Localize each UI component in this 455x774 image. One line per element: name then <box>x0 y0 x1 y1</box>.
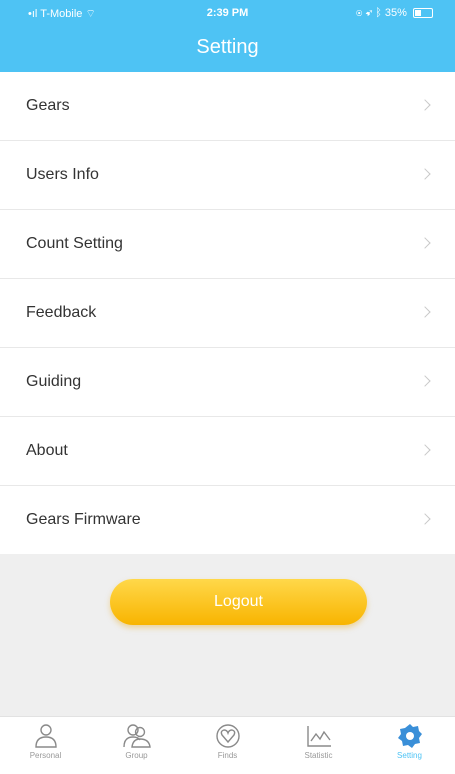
logout-section: Logout <box>0 547 455 719</box>
tab-finds[interactable]: Finds <box>182 717 273 774</box>
chevron-right-icon <box>419 444 431 456</box>
status-right: ◉ ➹ ᛒ 35% <box>356 7 433 19</box>
chevron-right-icon <box>419 237 431 249</box>
tab-bar: Personal Group Finds Statistic Setting <box>0 716 455 774</box>
tab-label: Personal <box>29 751 62 760</box>
tab-label: Statistic <box>304 751 333 760</box>
menu-item-label: Gears <box>26 97 70 114</box>
menu-item-label: About <box>26 442 68 459</box>
page-title: Setting <box>196 36 259 58</box>
menu-item-gears-firmware[interactable]: Gears Firmware <box>0 486 455 554</box>
settings-menu: Gears Users Info Count Setting Feedback … <box>0 72 455 554</box>
chevron-right-icon <box>419 168 431 180</box>
menu-item-about[interactable]: About <box>0 417 455 486</box>
menu-item-label: Feedback <box>26 304 97 321</box>
menu-item-label: Gears Firmware <box>26 511 141 528</box>
battery-percent: 35% <box>384 7 407 19</box>
tab-label: Finds <box>217 751 238 760</box>
menu-item-users-info[interactable]: Users Info <box>0 141 455 210</box>
chevron-right-icon <box>419 306 431 318</box>
menu-item-count-setting[interactable]: Count Setting <box>0 210 455 279</box>
bluetooth-icon: ᛒ <box>375 7 382 19</box>
menu-item-gears[interactable]: Gears <box>0 72 455 141</box>
chevron-right-icon <box>419 99 431 111</box>
header-bar: •ıl T-Mobile ⌔ 2:39 PM ◉ ➹ ᛒ 35% Setting <box>0 0 455 72</box>
tab-label: Group <box>125 751 148 760</box>
logout-button[interactable]: Logout <box>110 579 367 625</box>
tab-group[interactable]: Group <box>91 717 182 774</box>
chevron-right-icon <box>419 513 431 525</box>
lock-rotation-icon: ◉ <box>355 7 363 19</box>
person-icon <box>34 724 57 748</box>
location-icon: ➹ <box>365 7 373 19</box>
gear-icon <box>397 724 422 748</box>
battery-icon <box>413 8 433 19</box>
group-icon <box>122 724 151 748</box>
status-bar: •ıl T-Mobile ⌔ 2:39 PM ◉ ➹ ᛒ 35% <box>0 0 455 26</box>
menu-item-label: Guiding <box>26 373 82 390</box>
heart-icon <box>215 724 240 748</box>
menu-item-guiding[interactable]: Guiding <box>0 348 455 417</box>
tab-label: Setting <box>397 751 422 760</box>
tab-personal[interactable]: Personal <box>0 717 91 774</box>
tab-statistic[interactable]: Statistic <box>273 717 364 774</box>
menu-item-label: Users Info <box>26 166 99 183</box>
chevron-right-icon <box>419 375 431 387</box>
tab-setting[interactable]: Setting <box>364 717 455 774</box>
chart-icon <box>306 726 331 747</box>
menu-item-feedback[interactable]: Feedback <box>0 279 455 348</box>
menu-item-label: Count Setting <box>26 235 123 252</box>
